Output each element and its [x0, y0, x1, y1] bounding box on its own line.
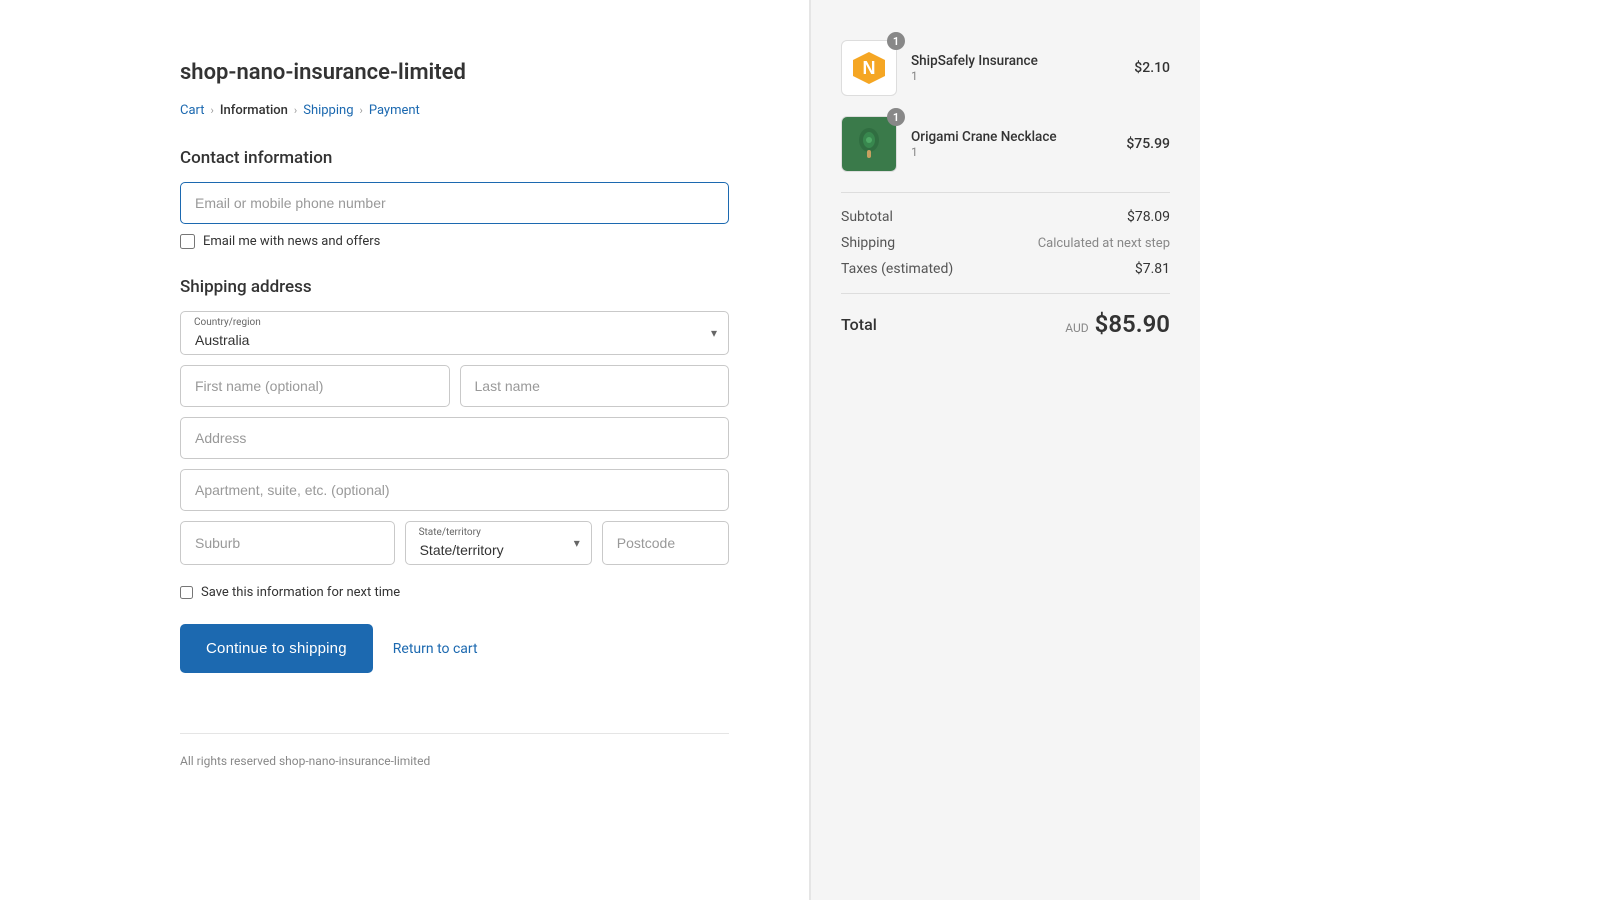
store-title: shop-nano-insurance-limited — [180, 60, 729, 85]
order-item-necklace: 1 Origami Crane Necklace 1 $75.99 — [841, 116, 1170, 172]
breadcrumb-sep-2: › — [294, 104, 297, 117]
item-badge-shipsafely: 1 — [887, 32, 905, 50]
svg-text:N: N — [863, 58, 876, 78]
contact-section: Contact information Email me with news a… — [180, 148, 729, 249]
address-input[interactable] — [180, 417, 729, 459]
postcode-input[interactable] — [602, 521, 729, 565]
taxes-label: Taxes (estimated) — [841, 261, 953, 277]
email-input[interactable] — [180, 182, 729, 224]
order-divider-2 — [841, 293, 1170, 294]
shipping-section-title: Shipping address — [180, 277, 729, 297]
shipping-row: Shipping Calculated at next step — [841, 235, 1170, 251]
save-info-checkbox[interactable] — [180, 586, 193, 599]
total-value: $85.90 — [1095, 310, 1170, 338]
item-price-necklace: $75.99 — [1126, 136, 1170, 152]
subtotal-label: Subtotal — [841, 209, 893, 225]
save-info-label[interactable]: Save this information for next time — [201, 585, 400, 600]
item-badge-necklace: 1 — [887, 108, 905, 126]
apartment-input[interactable] — [180, 469, 729, 511]
return-to-cart-link[interactable]: Return to cart — [393, 641, 478, 657]
necklace-image — [841, 116, 897, 172]
breadcrumb: Cart › Information › Shipping › Payment — [180, 103, 729, 118]
taxes-row: Taxes (estimated) $7.81 — [841, 261, 1170, 277]
newsletter-row: Email me with news and offers — [180, 234, 729, 249]
item-info-necklace: Origami Crane Necklace 1 — [911, 129, 1112, 159]
location-row: State/territory State/territory ▾ — [180, 521, 729, 575]
breadcrumb-sep-1: › — [211, 104, 214, 117]
first-name-input[interactable] — [180, 365, 450, 407]
item-qty-shipsafely: 1 — [911, 69, 1120, 83]
breadcrumb-information: Information — [220, 103, 288, 118]
total-currency: AUD — [1065, 321, 1088, 335]
total-label: Total — [841, 315, 877, 334]
subtotal-row: Subtotal $78.09 — [841, 209, 1170, 225]
checkout-form-panel: shop-nano-insurance-limited Cart › Infor… — [0, 0, 810, 900]
footer-text: All rights reserved shop-nano-insurance-… — [180, 733, 729, 768]
item-info-shipsafely: ShipSafely Insurance 1 — [911, 53, 1120, 83]
shipping-section: Shipping address Country/region Australi… — [180, 277, 729, 600]
item-image-wrapper-shipsafely: N 1 — [841, 40, 897, 96]
save-info-row: Save this information for next time — [180, 585, 729, 600]
state-select[interactable]: State/territory — [405, 521, 592, 565]
total-value-wrapper: AUD $85.90 — [1065, 310, 1170, 338]
country-select[interactable]: Australia — [180, 311, 729, 355]
item-price-shipsafely: $2.10 — [1134, 60, 1170, 76]
item-name-shipsafely: ShipSafely Insurance — [911, 53, 1120, 69]
breadcrumb-cart[interactable]: Cart — [180, 103, 205, 118]
suburb-input[interactable] — [180, 521, 395, 565]
actions-row: Continue to shipping Return to cart — [180, 624, 729, 673]
order-item-shipsafely: N 1 ShipSafely Insurance 1 $2.10 — [841, 40, 1170, 96]
taxes-value: $7.81 — [1135, 261, 1170, 277]
continue-to-shipping-button[interactable]: Continue to shipping — [180, 624, 373, 673]
country-wrapper: Country/region Australia ▾ — [180, 311, 729, 355]
order-summary-panel: N 1 ShipSafely Insurance 1 $2.10 1 — [810, 0, 1200, 900]
subtotal-value: $78.09 — [1127, 209, 1170, 225]
item-name-necklace: Origami Crane Necklace — [911, 129, 1112, 145]
breadcrumb-shipping[interactable]: Shipping — [303, 103, 353, 118]
state-wrapper: State/territory State/territory ▾ — [405, 521, 592, 565]
breadcrumb-payment[interactable]: Payment — [369, 103, 420, 118]
total-row: Total AUD $85.90 — [841, 310, 1170, 338]
contact-section-title: Contact information — [180, 148, 729, 168]
newsletter-label[interactable]: Email me with news and offers — [203, 234, 380, 249]
shipping-label: Shipping — [841, 235, 895, 251]
newsletter-checkbox[interactable] — [180, 234, 195, 249]
item-image-wrapper-necklace: 1 — [841, 116, 897, 172]
order-divider-1 — [841, 192, 1170, 193]
item-qty-necklace: 1 — [911, 145, 1112, 159]
shipsafely-logo: N — [841, 40, 897, 96]
last-name-input[interactable] — [460, 365, 730, 407]
shipping-value: Calculated at next step — [1038, 236, 1170, 251]
breadcrumb-sep-3: › — [360, 104, 363, 117]
name-row — [180, 365, 729, 407]
